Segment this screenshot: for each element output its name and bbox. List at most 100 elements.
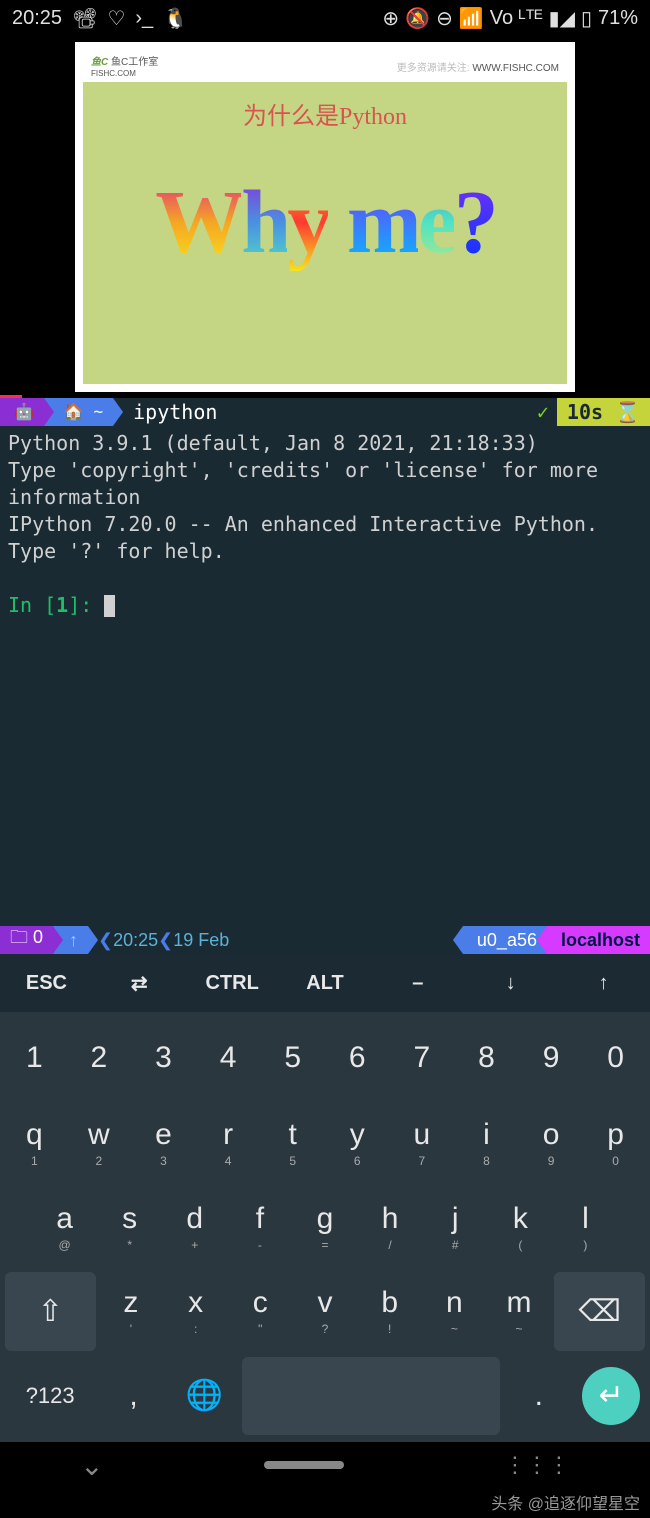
key-2[interactable]: 2 — [70, 1019, 129, 1097]
key-e[interactable]: e3 — [134, 1103, 193, 1181]
extra-keys-toolbar: ESC ⇄ CTRL ALT – ↓ ↑ — [0, 954, 650, 1012]
battery-percent: 71% — [598, 7, 638, 30]
key-m[interactable]: m~ — [490, 1272, 549, 1350]
slide: 鱼C 鱼C工作室 FISHC.COM 更多资源请关注: WWW.FISHC.CO… — [75, 42, 575, 392]
key-6[interactable]: 6 — [328, 1019, 387, 1097]
key-3[interactable]: 3 — [134, 1019, 193, 1097]
terminal[interactable]: 🤖 🏠 ~ ipython ✓ 10s ⌛ Python 3.9.1 (defa… — [0, 398, 650, 926]
dash-key[interactable]: – — [371, 972, 464, 995]
up-key[interactable]: ↑ — [557, 972, 650, 995]
down-key[interactable]: ↓ — [464, 972, 557, 995]
key-b[interactable]: b! — [360, 1272, 419, 1350]
key-c[interactable]: c" — [231, 1272, 290, 1350]
alt-key[interactable]: ALT — [279, 972, 372, 995]
nav-back[interactable]: ⌄ — [80, 1449, 103, 1482]
mute-icon: 🔕 — [405, 6, 430, 31]
key-t[interactable]: t5 — [263, 1103, 322, 1181]
timer-badge: 10s ⌛ — [557, 398, 650, 426]
signal-icon: ▮◢ — [549, 6, 575, 31]
heart-icon: ♡ — [107, 6, 125, 31]
nav-recent[interactable]: ⋮⋮⋮ — [504, 1452, 570, 1478]
terminal-line: Type 'copyright', 'credits' or 'license'… — [8, 457, 642, 511]
key-i[interactable]: i8 — [457, 1103, 516, 1181]
key-1[interactable]: 1 — [5, 1019, 64, 1097]
kb-row-numbers: 1234567890 — [2, 1016, 648, 1100]
key-w[interactable]: w2 — [70, 1103, 129, 1181]
terminal-statusline: 🗀 0 ↑ ❮ 20:25 ❮ 19 Feb u0_a56 localhost — [0, 926, 650, 954]
key-9[interactable]: 9 — [522, 1019, 581, 1097]
terminal-title: ipython — [113, 399, 217, 426]
key-p[interactable]: p0 — [586, 1103, 645, 1181]
cursor — [104, 595, 115, 617]
key-g[interactable]: g= — [295, 1188, 354, 1266]
kb-row-asdf: a@s*d+f-g=h/j#k(l) — [2, 1185, 648, 1269]
nav-bar: ⌄ ⋮⋮⋮ — [0, 1440, 650, 1490]
slide-main-text: Why me? — [155, 171, 495, 274]
key-y[interactable]: y6 — [328, 1103, 387, 1181]
key-7[interactable]: 7 — [393, 1019, 452, 1097]
terminal-output: Python 3.9.1 (default, Jan 8 2021, 21:18… — [0, 426, 650, 623]
esc-key[interactable]: ESC — [0, 972, 93, 995]
status-time: 20:25 — [12, 7, 62, 30]
check-icon: ✓ — [537, 399, 549, 426]
alarm-add-icon: ⊕ — [382, 6, 399, 31]
key-k[interactable]: k( — [491, 1188, 550, 1266]
key-h[interactable]: h/ — [361, 1188, 420, 1266]
key-x[interactable]: x: — [166, 1272, 225, 1350]
key-j[interactable]: j# — [426, 1188, 485, 1266]
key-8[interactable]: 8 — [457, 1019, 516, 1097]
slide-logo: 鱼C 鱼C工作室 FISHC.COM — [91, 53, 158, 79]
ctrl-key[interactable]: CTRL — [186, 972, 279, 995]
key-5[interactable]: 5 — [263, 1019, 322, 1097]
soft-keyboard: 1234567890 q1w2e3r4t5y6u7i8o9p0 a@s*d+f-… — [0, 1012, 650, 1442]
period-key[interactable]: . — [506, 1357, 571, 1435]
key-z[interactable]: z' — [102, 1272, 161, 1350]
key-a[interactable]: a@ — [35, 1188, 94, 1266]
qq-icon: 🐧 — [163, 6, 188, 31]
status-bar: 20:25 📽 ♡ ›_ 🐧 ⊕ 🔕 ⊖ 📶 Vo ᴸᵀᴱ ▮◢ ▯ 71% — [0, 0, 650, 36]
volte-icon: Vo ᴸᵀᴱ — [490, 7, 543, 30]
comma-key[interactable]: , — [101, 1357, 166, 1435]
battery-icon: ▯ — [581, 6, 592, 31]
key-v[interactable]: v? — [296, 1272, 355, 1350]
key-r[interactable]: r4 — [199, 1103, 258, 1181]
host-segment: localhost — [547, 926, 650, 954]
slide-title: 为什么是Python — [243, 96, 407, 131]
wifi-icon: 📶 — [459, 6, 484, 31]
key-u[interactable]: u7 — [393, 1103, 452, 1181]
time-segment: ❮ 20:25 ❮ 19 Feb — [88, 926, 463, 954]
terminal-prompt: In [1]: — [8, 593, 104, 617]
key-s[interactable]: s* — [100, 1188, 159, 1266]
watermark: 头条 @追逐仰望星空 — [491, 1490, 640, 1514]
shift-key[interactable]: ⇧ — [5, 1272, 96, 1350]
android-icon: 🤖 — [0, 398, 44, 426]
key-o[interactable]: o9 — [522, 1103, 581, 1181]
terminal-icon: ›_ — [135, 7, 153, 30]
key-n[interactable]: n~ — [425, 1272, 484, 1350]
enter-key[interactable]: ↵ — [582, 1367, 640, 1425]
disk-segment: 🗀 0 — [0, 926, 53, 954]
nav-home[interactable] — [264, 1461, 344, 1469]
key-l[interactable]: l) — [556, 1188, 615, 1266]
key-q[interactable]: q1 — [5, 1103, 64, 1181]
space-key[interactable] — [242, 1357, 500, 1435]
key-0[interactable]: 0 — [586, 1019, 645, 1097]
kb-row-zxcv: ⇧ z'x:c"v?b!n~m~ ⌫ — [2, 1269, 648, 1353]
home-tab[interactable]: 🏠 ~ — [44, 398, 113, 426]
symbols-key[interactable]: ?123 — [5, 1357, 95, 1435]
key-f[interactable]: f- — [230, 1188, 289, 1266]
key-4[interactable]: 4 — [199, 1019, 258, 1097]
user-segment: u0_a56 — [463, 926, 547, 954]
kb-row-bottom: ?123 , 🌐 . ↵ — [2, 1354, 648, 1438]
key-d[interactable]: d+ — [165, 1188, 224, 1266]
video-player[interactable]: 鱼C 鱼C工作室 FISHC.COM 更多资源请关注: WWW.FISHC.CO… — [0, 36, 650, 398]
kb-row-qwerty: q1w2e3r4t5y6u7i8o9p0 — [2, 1100, 648, 1184]
dnd-icon: ⊖ — [436, 6, 453, 31]
terminal-line: IPython 7.20.0 -- An enhanced Interactiv… — [8, 511, 642, 565]
terminal-tabs: 🤖 🏠 ~ ipython ✓ 10s ⌛ — [0, 398, 650, 426]
backspace-key[interactable]: ⌫ — [554, 1272, 645, 1350]
tab-key[interactable]: ⇄ — [93, 971, 186, 996]
slide-url: 更多资源请关注: WWW.FISHC.COM — [397, 59, 559, 74]
status-icon: 📽 — [72, 6, 97, 31]
globe-key[interactable]: 🌐 — [172, 1357, 237, 1435]
